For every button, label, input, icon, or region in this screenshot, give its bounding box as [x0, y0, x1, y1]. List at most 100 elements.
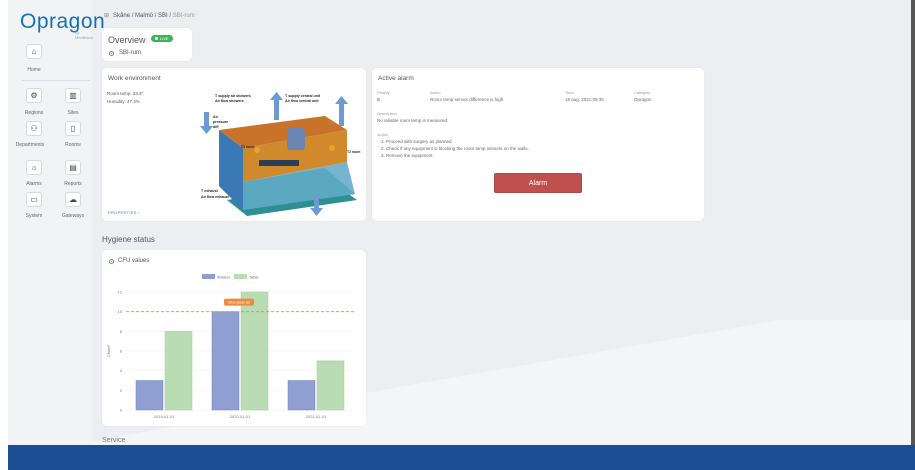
breadcrumb: ⊞ Skåne / Malmö / SBI / SBI-rum: [104, 12, 195, 19]
y-tick-label: 8: [120, 329, 123, 334]
sidebar-item-gateways[interactable]: Gateways: [56, 213, 90, 219]
threshold-label: Ultra clean air: [228, 300, 251, 304]
system-icon[interactable]: ▭: [26, 192, 42, 207]
diagram-label-flow-showers: Air flow showers: [215, 99, 244, 103]
legend-swatch: [202, 274, 215, 279]
sites-icon[interactable]: ▥: [65, 88, 81, 103]
sidebar-item-reports[interactable]: Reports: [56, 181, 90, 187]
y-tick-label: 10: [118, 309, 123, 314]
regions-icon[interactable]: ⚙: [26, 88, 42, 103]
properties-link-label: PROPERTIES: [108, 210, 137, 215]
legend-label: Table: [249, 275, 259, 280]
overview-room[interactable]: SBI-rum: [109, 50, 141, 56]
diagram-label-supply-showers: T supply air showers: [215, 94, 251, 98]
x-tick-label: 2019-01-01: [154, 414, 175, 419]
action-label: Action: [377, 132, 389, 137]
sidebar-item-regions[interactable]: Regions: [17, 110, 51, 116]
cfu-title: CFU values: [109, 258, 149, 264]
bar: [316, 360, 345, 411]
bar: [135, 380, 164, 411]
diagram-label-flow-central: Air flow central unit: [285, 99, 319, 103]
alarms-icon[interactable]: ☼: [26, 160, 42, 175]
window-right-edge: [911, 0, 915, 445]
bar: [287, 380, 316, 411]
y-tick-label: 12: [118, 290, 123, 295]
action-step-3: 3. Remove the equipment.: [381, 153, 434, 158]
sidebar-item-sites[interactable]: Sites: [56, 110, 90, 116]
priority-header: Priority: [377, 90, 390, 95]
properties-link[interactable]: PROPERTIES ›: [108, 210, 140, 215]
room-diagram: T supply air showers Air flow showers T …: [200, 92, 360, 216]
y-tick-label: 0: [120, 408, 123, 413]
action-step-1: 1. Proceed with surgery as planned.: [381, 139, 453, 144]
sidebar-item-departments[interactable]: Departments: [13, 142, 47, 148]
diagram-label-t-exhaust: T exhaust: [201, 189, 219, 193]
diagram-label-air: Air: [213, 115, 219, 119]
cfu-card: CFU values Wound Table 0 2 4 6 8 10 12 Cfu/m³ 2019…: [102, 250, 366, 426]
hygiene-status-title: Hygiene status: [102, 235, 155, 244]
y-tick-label: 2: [120, 388, 123, 393]
alarm-button[interactable]: Alarm: [494, 173, 582, 193]
diagram-label-supply-central: T supply central unit: [285, 94, 321, 98]
diagram-unit: [287, 128, 305, 150]
diagram-label-t1-room: T1 room: [241, 145, 254, 149]
diagram-arrow-1: [274, 98, 279, 120]
live-dot-icon: [155, 37, 158, 40]
diagram-arrow-3: [204, 112, 209, 126]
diagram-arrow-3-head: [200, 126, 213, 134]
footer-bar: [8, 445, 915, 470]
action-step-2: 2. Check if any equipment is blocking th…: [381, 146, 529, 151]
gateways-icon[interactable]: ☁: [65, 192, 81, 207]
alarm-text: Room temp sensor difference is high: [430, 97, 504, 102]
cfu-chart: Wound Table 0 2 4 6 8 10 12 Cfu/m³ 2019-01-01 2020-…: [106, 274, 354, 419]
home-icon[interactable]: ⌂: [26, 44, 42, 59]
diagram-arrow-4: [314, 196, 319, 210]
bar: [164, 331, 193, 411]
diagram-arrow-2: [339, 102, 344, 126]
y-axis-label: Cfu/m³: [106, 344, 111, 357]
legend-label: Wound: [217, 275, 230, 280]
reports-icon[interactable]: ▤: [65, 160, 81, 175]
chevron-right-icon: ›: [138, 210, 140, 215]
description-text: No reliable room temp is measured.: [377, 118, 449, 123]
rooms-icon[interactable]: ▯: [65, 121, 81, 136]
diagram-table: [259, 160, 299, 166]
bar: [211, 311, 240, 411]
diagram-sensor-1: [254, 147, 260, 153]
departments-icon[interactable]: ⚇: [26, 121, 42, 136]
alarm-status-icon: [109, 50, 114, 56]
overview-title: Overview: [108, 35, 146, 45]
room-temp: Room temp. 23.3°: [107, 91, 144, 96]
sidebar-divider: [22, 80, 90, 81]
category-header: Category: [634, 90, 651, 95]
bar: [240, 291, 269, 411]
diagram-label-t2-room: T2 room: [347, 150, 360, 154]
diagram-label-flow-exhaust: Air flow exhaust: [201, 195, 230, 199]
y-tick-label: 6: [120, 349, 123, 354]
alarm-header: Alarm: [430, 90, 441, 95]
x-tick-label: 2021-01-01: [306, 414, 327, 419]
sidebar-item-home[interactable]: Home: [17, 67, 51, 73]
work-environment-title: Work environment: [108, 75, 161, 82]
live-label: LIVE: [160, 36, 169, 41]
alarm-priority: B: [377, 97, 381, 102]
breadcrumb-current: SBI-rum: [172, 13, 195, 19]
breadcrumb-icon: ⊞: [104, 13, 110, 19]
sidebar-item-system[interactable]: System: [17, 213, 51, 219]
time-header: Time: [565, 90, 574, 95]
diagram-arrow-2-head: [335, 96, 348, 104]
sidebar-item-rooms[interactable]: Rooms: [56, 142, 90, 148]
overview-room-label: SBI-rum: [119, 50, 142, 56]
alarm-time: 19 aug. 2021 09:30: [565, 97, 604, 102]
sidebar: Opragon by Mediblock ⌂ Home ⚙ Regions ▥ …: [8, 0, 105, 445]
x-tick-label: 2020-01-01: [230, 414, 251, 419]
diagram-sensor-2: [329, 145, 335, 151]
breadcrumb-path[interactable]: Skåne / Malmö / SBI /: [113, 13, 173, 19]
active-alarm-title: Active alarm: [378, 75, 414, 82]
sidebar-item-alarms[interactable]: Alarms: [17, 181, 51, 187]
overview-card: Overview LIVE SBI-rum: [102, 28, 192, 61]
diagram-label-pressure: pressure: [213, 120, 228, 124]
y-tick-label: 4: [120, 368, 123, 373]
active-alarm-card: Active alarm Priority Alarm Time Categor…: [372, 68, 704, 221]
work-environment-card: Work environment Room temp. 23.3° Humidi…: [102, 68, 366, 221]
